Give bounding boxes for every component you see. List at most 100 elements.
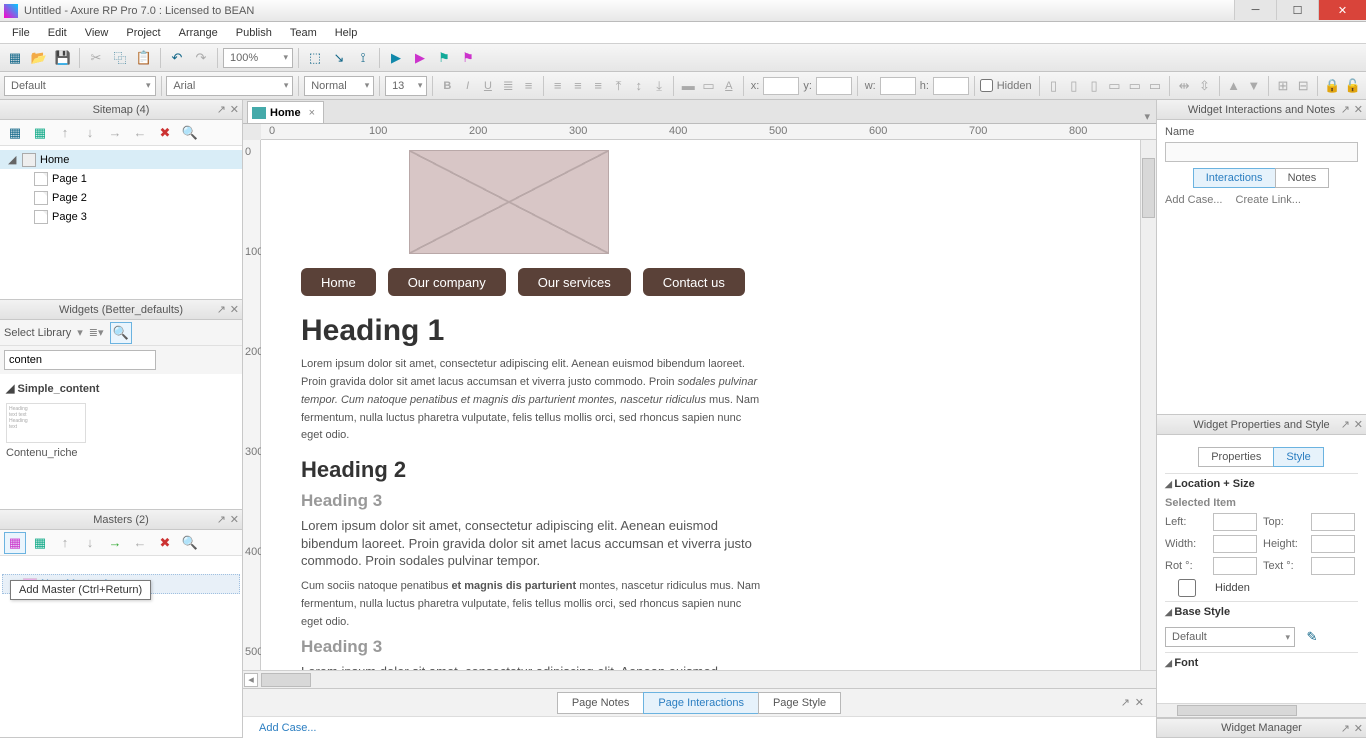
add-case-link[interactable]: Add Case... — [1165, 194, 1222, 206]
minimize-button[interactable]: ─ — [1234, 0, 1276, 20]
search-icon[interactable]: 🔍 — [110, 322, 132, 344]
base-style-combo[interactable]: Default — [1165, 627, 1295, 647]
pin-icon[interactable]: ↗ — [1121, 696, 1130, 709]
paragraph-3[interactable]: Cum sociis natoque penatibus et magnis d… — [301, 576, 761, 630]
delete-icon[interactable]: ✖ — [154, 122, 176, 144]
align-right-icon[interactable]: ≡ — [589, 75, 607, 97]
valign-mid-icon[interactable]: ↕ — [630, 75, 648, 97]
widget-name-input[interactable] — [1165, 142, 1358, 162]
menu-edit[interactable]: Edit — [40, 25, 75, 41]
menu-team[interactable]: Team — [282, 25, 325, 41]
height-input[interactable] — [1311, 535, 1355, 553]
scrollbar-vertical[interactable] — [1140, 140, 1156, 670]
close-button[interactable]: ✕ — [1318, 0, 1366, 20]
back-icon[interactable]: ▼ — [1245, 75, 1263, 97]
menu-publish[interactable]: Publish — [228, 25, 280, 41]
scrollbar-horizontal[interactable]: ◂ — [243, 670, 1156, 688]
hidden-checkbox[interactable] — [980, 79, 993, 92]
more-icon[interactable]: ⚑ — [457, 47, 479, 69]
pin-icon[interactable]: ↗ — [217, 513, 226, 526]
canvas-tab-home[interactable]: Home × — [247, 101, 324, 123]
style-combo[interactable]: Default — [4, 76, 156, 96]
close-tab-icon[interactable]: × — [309, 107, 315, 119]
valign-top-icon[interactable]: ⤒ — [609, 75, 627, 97]
pin-icon[interactable]: ↗ — [217, 103, 226, 116]
add-master2-icon[interactable]: ▦ — [29, 532, 51, 554]
save-icon[interactable]: 💾 — [52, 47, 74, 69]
unlock-icon[interactable]: 🔓 — [1343, 75, 1361, 97]
line-icon[interactable]: ▭ — [699, 75, 717, 97]
linespace-icon[interactable]: ≡ — [519, 75, 537, 97]
section-base-style[interactable]: Base Style — [1165, 601, 1358, 622]
tab-notes[interactable]: Notes — [1275, 168, 1330, 188]
left-input[interactable] — [1213, 513, 1257, 531]
textcolor-icon[interactable]: A — [720, 75, 738, 97]
lock-icon[interactable]: 🔒 — [1323, 75, 1341, 97]
align-left-icon[interactable]: ≡ — [548, 75, 566, 97]
close-panel-icon[interactable]: ✕ — [230, 103, 239, 116]
textrot-input[interactable] — [1311, 557, 1355, 575]
add-folder-icon[interactable]: ▦ — [29, 122, 51, 144]
dist-h-icon[interactable]: ⇹ — [1175, 75, 1193, 97]
size-combo[interactable]: 13 — [385, 76, 427, 96]
copy-icon[interactable]: ⿻ — [109, 47, 131, 69]
top-input[interactable] — [1311, 513, 1355, 531]
section-font[interactable]: Font — [1165, 652, 1358, 673]
paragraph-1[interactable]: Lorem ipsum dolor sit amet, consectetur … — [301, 354, 761, 443]
create-link[interactable]: Create Link... — [1236, 194, 1301, 206]
italic-icon[interactable]: I — [458, 75, 476, 97]
add-case-link[interactable]: Add Case... — [259, 722, 316, 734]
h-input[interactable] — [933, 77, 969, 95]
hidden-checkbox[interactable] — [1165, 579, 1209, 597]
obj-align3-icon[interactable]: ▯ — [1085, 75, 1103, 97]
tab-menu-icon[interactable]: ▾ — [1138, 110, 1156, 123]
search-icon[interactable]: 🔍 — [179, 122, 201, 144]
undo-icon[interactable]: ↶ — [166, 47, 188, 69]
sitemap-item-page2[interactable]: Page 2 — [0, 188, 242, 207]
connect-icon[interactable]: ↘ — [328, 47, 350, 69]
front-icon[interactable]: ▲ — [1224, 75, 1242, 97]
w-input[interactable] — [880, 77, 916, 95]
widget-category[interactable]: ◢ Simple_content — [6, 378, 236, 399]
underline-icon[interactable]: U — [479, 75, 497, 97]
heading-3a[interactable]: Heading 3 — [301, 491, 1081, 511]
tab-page-notes[interactable]: Page Notes — [557, 692, 644, 714]
share-icon[interactable]: ⚑ — [433, 47, 455, 69]
valign-bot-icon[interactable]: ⤓ — [650, 75, 668, 97]
menu-project[interactable]: Project — [118, 25, 168, 41]
tab-page-interactions[interactable]: Page Interactions — [643, 692, 759, 714]
move-up-icon[interactable]: ↑ — [54, 122, 76, 144]
dist-v-icon[interactable]: ⇳ — [1195, 75, 1213, 97]
heading-2[interactable]: Heading 2 — [301, 457, 1081, 483]
close-panel-icon[interactable]: ✕ — [1354, 418, 1363, 431]
close-panel-icon[interactable]: ✕ — [1135, 696, 1144, 709]
outdent-icon[interactable]: → — [104, 122, 126, 144]
obj-align5-icon[interactable]: ▭ — [1126, 75, 1144, 97]
paragraph-4[interactable]: Lorem ipsum dolor sit amet, consectetur … — [301, 663, 761, 670]
sitemap-item-page3[interactable]: Page 3 — [0, 207, 242, 226]
cut-icon[interactable]: ✂ — [85, 47, 107, 69]
redo-icon[interactable]: ↷ — [190, 47, 212, 69]
pin-icon[interactable]: ↗ — [1341, 418, 1350, 431]
delete-icon[interactable]: ✖ — [154, 532, 176, 554]
menu-arrange[interactable]: Arrange — [171, 25, 226, 41]
add-page-icon[interactable]: ▦ — [4, 122, 26, 144]
group-icon[interactable]: ⊞ — [1274, 75, 1292, 97]
align-center-icon[interactable]: ≡ — [569, 75, 587, 97]
canvas[interactable]: Home Our company Our services Contact us… — [261, 140, 1156, 670]
rot-input[interactable] — [1213, 557, 1257, 575]
scrollbar-horizontal[interactable] — [1157, 703, 1366, 717]
obj-align2-icon[interactable]: ▯ — [1065, 75, 1083, 97]
move-down-icon[interactable]: ↓ — [79, 122, 101, 144]
ungroup-icon[interactable]: ⊟ — [1294, 75, 1312, 97]
list-view-icon[interactable]: ≣▾ — [89, 326, 104, 339]
maximize-button[interactable]: ☐ — [1276, 0, 1318, 20]
section-location[interactable]: Location + Size — [1165, 473, 1358, 494]
point-icon[interactable]: ⟟ — [352, 47, 374, 69]
nav-contact[interactable]: Contact us — [643, 268, 745, 296]
obj-align6-icon[interactable]: ▭ — [1146, 75, 1164, 97]
fill-icon[interactable]: ▬ — [679, 75, 697, 97]
tab-page-style[interactable]: Page Style — [758, 692, 841, 714]
pin-icon[interactable]: ↗ — [217, 303, 226, 316]
tab-style[interactable]: Style — [1273, 447, 1323, 467]
